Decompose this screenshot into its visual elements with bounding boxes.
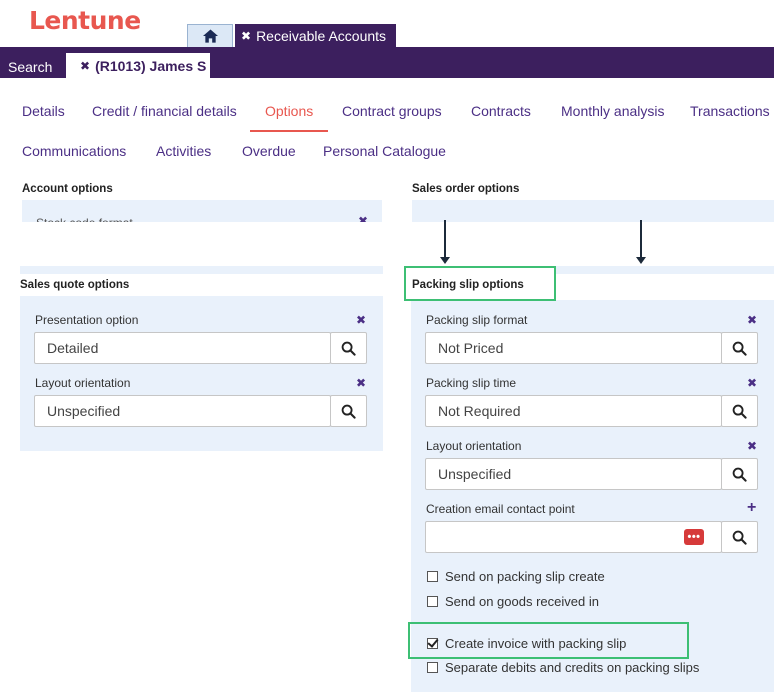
search-icon xyxy=(732,341,747,356)
annotation-arrow xyxy=(440,220,450,264)
packing-slip-format-label: Packing slip format xyxy=(426,313,528,327)
close-icon[interactable]: ✖ xyxy=(80,59,90,73)
record-tab-bar: Search ✖ (R1013) James S xyxy=(0,47,774,78)
tab-customer-record[interactable]: ✖ (R1013) James S xyxy=(66,53,210,78)
send-on-goods-received-label: Send on goods received in xyxy=(445,594,599,609)
separate-debits-label: Separate debits and credits on packing s… xyxy=(445,660,700,675)
active-tab-indicator xyxy=(250,130,328,132)
sales-quote-options-title: Sales quote options xyxy=(20,279,130,291)
send-on-goods-received-checkbox[interactable] xyxy=(427,596,438,607)
packing-layout-orientation-field[interactable]: Unspecified xyxy=(425,458,722,490)
home-tab[interactable] xyxy=(187,24,233,47)
account-options-partial-label: Stock code format xyxy=(36,216,133,222)
top-tab-bar: ✖ Receivable Accounts xyxy=(187,24,397,47)
lentune-logo: Lentune xyxy=(29,6,141,35)
packing-layout-search-button[interactable] xyxy=(721,458,758,490)
tab-transactions[interactable]: Transactions xyxy=(690,103,770,119)
quote-layout-orientation-field[interactable]: Unspecified xyxy=(34,395,331,427)
clear-quote-layout-icon[interactable]: ✖ xyxy=(356,376,366,390)
send-on-create-label: Send on packing slip create xyxy=(445,569,605,584)
highlight-box xyxy=(408,622,689,659)
packing-slip-time-label: Packing slip time xyxy=(426,376,517,390)
search-icon xyxy=(732,467,747,482)
clear-packing-slip-time-icon[interactable]: ✖ xyxy=(747,376,757,390)
tab-personal-catalogue[interactable]: Personal Catalogue xyxy=(323,143,446,159)
clear-packing-slip-format-icon[interactable]: ✖ xyxy=(747,313,757,327)
password-manager-icon[interactable]: ••• xyxy=(684,529,704,545)
tab-details[interactable]: Details xyxy=(22,103,65,119)
tab-credit-financial-details[interactable]: Credit / financial details xyxy=(92,103,237,119)
send-on-create-row[interactable]: Send on packing slip create xyxy=(427,569,605,584)
clear-packing-layout-icon[interactable]: ✖ xyxy=(747,439,757,453)
packing-slip-time-search-button[interactable] xyxy=(721,395,758,427)
annotation-arrow xyxy=(636,220,646,264)
tab-receivable-accounts-label: Receivable Accounts xyxy=(256,27,387,44)
tab-receivable-accounts[interactable]: ✖ Receivable Accounts xyxy=(235,24,397,47)
tab-overdue[interactable]: Overdue xyxy=(242,143,296,159)
packing-slip-format-field[interactable]: Not Priced xyxy=(425,332,722,364)
add-contact-icon[interactable]: + xyxy=(747,500,756,516)
quote-layout-orientation-label: Layout orientation xyxy=(35,376,131,390)
tab-contracts[interactable]: Contracts xyxy=(471,103,531,119)
close-icon[interactable]: ✖ xyxy=(358,214,368,222)
quote-layout-search-button[interactable] xyxy=(330,395,367,427)
creation-email-search-button[interactable] xyxy=(721,521,758,553)
tab-monthly-analysis[interactable]: Monthly analysis xyxy=(561,103,665,119)
tab-contract-groups[interactable]: Contract groups xyxy=(342,103,442,119)
presentation-option-label: Presentation option xyxy=(35,313,139,327)
search-icon xyxy=(341,404,356,419)
sales-order-options-panel xyxy=(412,200,774,222)
creation-email-contact-point-field[interactable] xyxy=(425,521,722,553)
highlight-box xyxy=(404,266,556,301)
separate-debits-row[interactable]: Separate debits and credits on packing s… xyxy=(427,660,699,675)
clear-presentation-option-icon[interactable]: ✖ xyxy=(356,313,366,327)
tab-search[interactable]: Search xyxy=(8,59,52,75)
creation-email-contact-point-label: Creation email contact point xyxy=(426,502,575,516)
tab-options[interactable]: Options xyxy=(265,103,313,119)
send-on-goods-received-row[interactable]: Send on goods received in xyxy=(427,594,599,609)
search-icon xyxy=(732,530,747,545)
search-icon xyxy=(732,404,747,419)
packing-slip-format-search-button[interactable] xyxy=(721,332,758,364)
panel-divider xyxy=(20,266,383,274)
close-icon[interactable]: ✖ xyxy=(241,29,251,43)
separate-debits-checkbox[interactable] xyxy=(427,662,438,673)
search-icon xyxy=(341,341,356,356)
tab-activities[interactable]: Activities xyxy=(156,143,211,159)
tab-customer-record-label: (R1013) James S xyxy=(95,57,207,74)
sales-order-options-title: Sales order options xyxy=(412,183,520,195)
panel-divider xyxy=(555,266,774,274)
account-options-title: Account options xyxy=(22,183,113,195)
packing-layout-orientation-label: Layout orientation xyxy=(426,439,522,453)
packing-slip-time-field[interactable]: Not Required xyxy=(425,395,722,427)
home-icon xyxy=(202,29,218,43)
presentation-option-search-button[interactable] xyxy=(330,332,367,364)
send-on-create-checkbox[interactable] xyxy=(427,571,438,582)
presentation-option-field[interactable]: Detailed xyxy=(34,332,331,364)
tab-communications[interactable]: Communications xyxy=(22,143,126,159)
